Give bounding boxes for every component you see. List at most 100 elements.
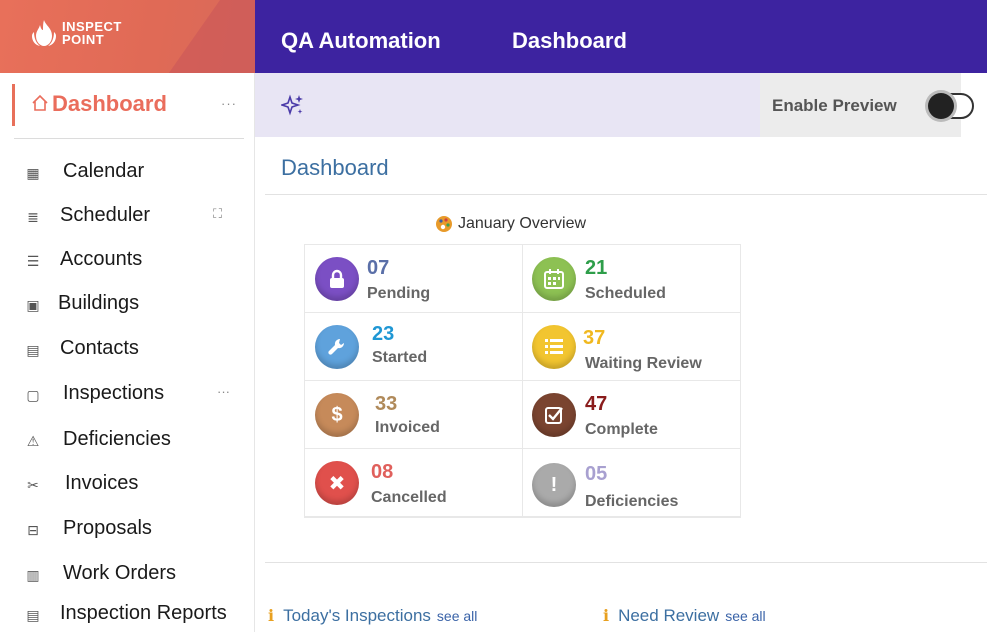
sidebar-item-label: Scheduler	[60, 204, 151, 226]
stat-value: 07	[367, 257, 390, 279]
palette-icon	[436, 216, 452, 232]
stat-card-waiting-review[interactable]: 37 Waiting Review	[523, 313, 741, 381]
brand-logo[interactable]: INSPECT POINT	[0, 0, 255, 73]
stat-card-cancelled[interactable]: ✖ 08 Cancelled	[305, 449, 523, 517]
stat-value: 47	[585, 393, 608, 415]
sidebar: INSPECT POINT Dashboard ··· ▦ Calendar ≣…	[0, 0, 255, 632]
need-review-see-all-link[interactable]: see all	[725, 608, 765, 624]
page-title: Dashboard	[281, 155, 389, 180]
info-icon: i	[268, 606, 275, 625]
overview-title: January Overview	[458, 215, 587, 232]
list-icon	[532, 325, 576, 369]
need-review-title: Need Review	[618, 606, 720, 625]
home-icon	[32, 94, 48, 111]
enable-preview-label: Enable Preview	[772, 96, 897, 115]
stats-grid: 07 Pending 21 Scheduled 23 Started 37 Wa…	[304, 244, 741, 518]
sidebar-item-scheduler[interactable]: ≣ Scheduler ⛶	[0, 200, 255, 236]
brand-text: INSPECT POINT	[62, 20, 122, 46]
list-icon: ☰	[26, 253, 40, 269]
stat-card-scheduled[interactable]: 21 Scheduled	[523, 245, 741, 313]
stat-label: Cancelled	[371, 489, 447, 506]
brand-line2: POINT	[62, 32, 105, 47]
sidebar-item-deficiencies[interactable]: ⚠ Deficiencies	[0, 424, 255, 460]
lock-icon	[315, 257, 359, 301]
map-icon[interactable]: ⛶	[213, 206, 222, 222]
sidebar-item-dashboard[interactable]: Dashboard ···	[0, 82, 255, 128]
stat-value: 08	[371, 461, 394, 483]
stat-label: Scheduled	[585, 285, 666, 302]
stat-value: 23	[372, 323, 395, 345]
stat-value: 37	[583, 327, 606, 349]
sidebar-item-accounts[interactable]: ☰ Accounts	[0, 244, 255, 280]
building-icon: ▣	[26, 297, 40, 313]
sidebar-item-label: Deficiencies	[63, 428, 171, 450]
dollar-icon: $	[315, 393, 359, 437]
stat-label: Complete	[585, 421, 658, 438]
enable-preview-toggle[interactable]	[928, 93, 974, 119]
active-indicator	[12, 84, 15, 126]
toggle-knob	[928, 93, 954, 119]
report-icon: ▤	[26, 607, 40, 623]
stat-label: Invoiced	[375, 419, 440, 436]
stat-value: 21	[585, 257, 608, 279]
sidebar-item-buildings[interactable]: ▣ Buildings	[0, 288, 255, 324]
sidebar-item-invoices[interactable]: ✂ Invoices	[0, 468, 255, 504]
scheduler-icon: ≣	[27, 209, 39, 225]
sparkle-icon[interactable]	[281, 93, 305, 117]
sidebar-item-proposals[interactable]: ⊟ Proposals	[0, 513, 255, 549]
briefcase-icon: ⊟	[27, 522, 39, 538]
wrench-icon	[315, 325, 359, 369]
sidebar-item-calendar[interactable]: ▦ Calendar	[0, 156, 255, 192]
stat-card-invoiced[interactable]: $ 33 Invoiced	[305, 381, 523, 449]
contact-card-icon: ▤	[26, 342, 40, 358]
more-options-icon[interactable]: ···	[217, 384, 230, 399]
exclamation-icon: !	[532, 463, 576, 507]
sidebar-item-inspections[interactable]: ▢ Inspections ···	[0, 378, 255, 414]
preview-panel: Enable Preview	[760, 73, 974, 137]
close-icon: ✖	[315, 461, 359, 505]
sidebar-item-work-orders[interactable]: ▥ Work Orders	[0, 558, 255, 594]
checkbox-icon	[532, 393, 576, 437]
brand-decoration	[135, 0, 255, 73]
todays-inspections-title: Today's Inspections	[283, 606, 431, 625]
tools-icon: ✂	[27, 477, 39, 493]
stat-label: Pending	[367, 285, 431, 302]
logo: INSPECT POINT	[30, 18, 122, 48]
organization-name[interactable]: QA Automation	[281, 28, 441, 54]
stat-card-complete[interactable]: 47 Complete	[523, 381, 741, 449]
todays-inspections-section: i Today's Inspections see all	[268, 606, 477, 626]
stat-card-started[interactable]: 23 Started	[305, 313, 523, 381]
sidebar-item-label: Calendar	[63, 160, 145, 182]
stat-value: 05	[585, 463, 608, 485]
sidebar-item-label: Inspections	[63, 382, 165, 404]
top-bar: QA Automation Dashboard	[255, 0, 987, 73]
need-review-section: i Need Review see all	[603, 606, 766, 626]
sidebar-item-label: Inspection Reports	[60, 602, 227, 624]
sidebar-item-label: Work Orders	[63, 562, 176, 584]
sidebar-item-label: Buildings	[58, 292, 140, 314]
stat-value: 33	[375, 393, 398, 415]
sidebar-item-contacts[interactable]: ▤ Contacts	[0, 333, 255, 369]
overview-heading: January Overview	[435, 215, 586, 233]
sidebar-item-label: Contacts	[60, 337, 139, 359]
divider	[265, 562, 987, 563]
receipt-icon: ▥	[26, 567, 40, 583]
sidebar-item-label: Invoices	[65, 472, 139, 494]
stat-card-deficiencies[interactable]: ! 05 Deficiencies	[523, 449, 741, 517]
sidebar-item-label: Accounts	[60, 248, 143, 270]
calendar-icon: ▦	[26, 165, 40, 181]
stat-card-pending[interactable]: 07 Pending	[305, 245, 523, 313]
stat-label: Deficiencies	[585, 493, 679, 510]
clipboard-icon: ▢	[26, 387, 40, 403]
divider	[265, 194, 987, 195]
calendar-icon	[532, 257, 576, 301]
sidebar-item-label: Dashboard	[52, 91, 167, 116]
todays-inspections-see-all-link[interactable]: see all	[437, 608, 477, 624]
sidebar-item-inspection-reports[interactable]: ▤ Inspection Reports	[0, 598, 255, 634]
sidebar-item-label: Proposals	[63, 517, 152, 539]
info-icon: i	[603, 606, 610, 625]
stat-label: Waiting Review	[585, 355, 702, 372]
flame-icon	[32, 20, 56, 46]
divider	[14, 138, 244, 139]
more-options-icon[interactable]: ···	[221, 96, 237, 111]
